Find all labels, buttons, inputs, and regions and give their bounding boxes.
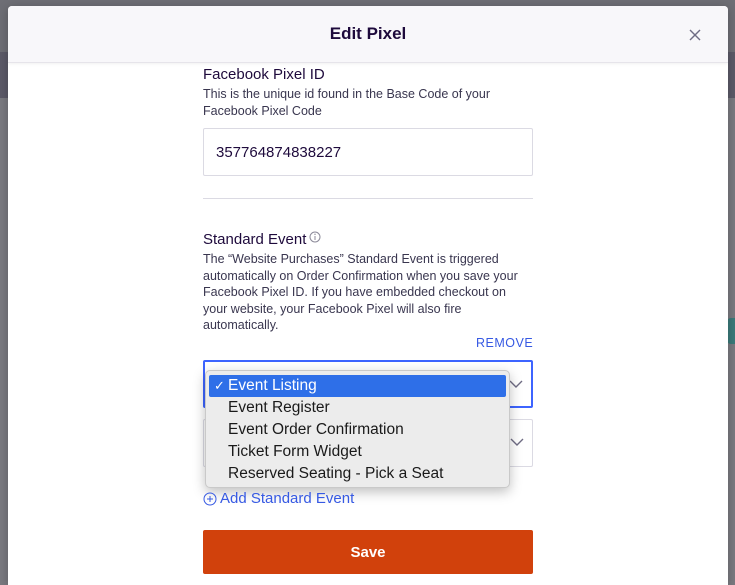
dropdown-option-label: Reserved Seating - Pick a Seat <box>228 465 444 482</box>
standard-event-heading: Standard Event <box>203 231 321 248</box>
pixel-id-input[interactable] <box>203 128 533 176</box>
modal-header: Edit Pixel <box>8 6 728 63</box>
dropdown-option-ticket-form-widget[interactable]: Ticket Form Widget <box>206 441 509 463</box>
modal-title: Edit Pixel <box>329 24 407 43</box>
chevron-down-icon <box>509 380 523 388</box>
checkmark-icon: ✓ <box>214 378 225 393</box>
pixel-id-label: Facebook Pixel ID <box>203 66 325 83</box>
dropdown-option-event-register[interactable]: Event Register <box>206 397 509 419</box>
info-icon[interactable] <box>309 231 321 243</box>
dropdown-option-reserved-seating[interactable]: Reserved Seating - Pick a Seat <box>206 463 509 485</box>
plus-circle-icon <box>203 492 217 505</box>
dropdown-option-event-order-confirmation[interactable]: Event Order Confirmation <box>206 419 509 441</box>
dropdown-option-label: Event Register <box>228 399 330 416</box>
add-standard-event-label: Add Standard Event <box>220 490 355 507</box>
remove-link[interactable]: REMOVE <box>476 336 533 350</box>
close-icon[interactable] <box>688 28 702 42</box>
dropdown-option-label: Ticket Form Widget <box>228 443 362 460</box>
chevron-down-icon <box>510 438 524 446</box>
dropdown-option-label: Event Order Confirmation <box>228 421 404 438</box>
dropdown-option-event-listing[interactable]: ✓ Event Listing <box>209 375 506 397</box>
save-button[interactable]: Save <box>203 530 533 574</box>
background-accent <box>727 318 735 344</box>
standard-event-helper: The “Website Purchases” Standard Event i… <box>203 252 518 332</box>
event-dropdown-menu: ✓ Event Listing Event Register Event Ord… <box>205 370 510 488</box>
dropdown-option-label: Event Listing <box>228 377 317 394</box>
pixel-id-helper: This is the unique id found in the Base … <box>203 87 490 118</box>
standard-event-label: Standard Event <box>203 231 307 248</box>
add-standard-event-link[interactable]: Add Standard Event <box>203 490 354 507</box>
section-divider <box>203 198 533 199</box>
edit-pixel-modal: Edit Pixel Facebook Pixel ID This is the… <box>8 6 728 585</box>
